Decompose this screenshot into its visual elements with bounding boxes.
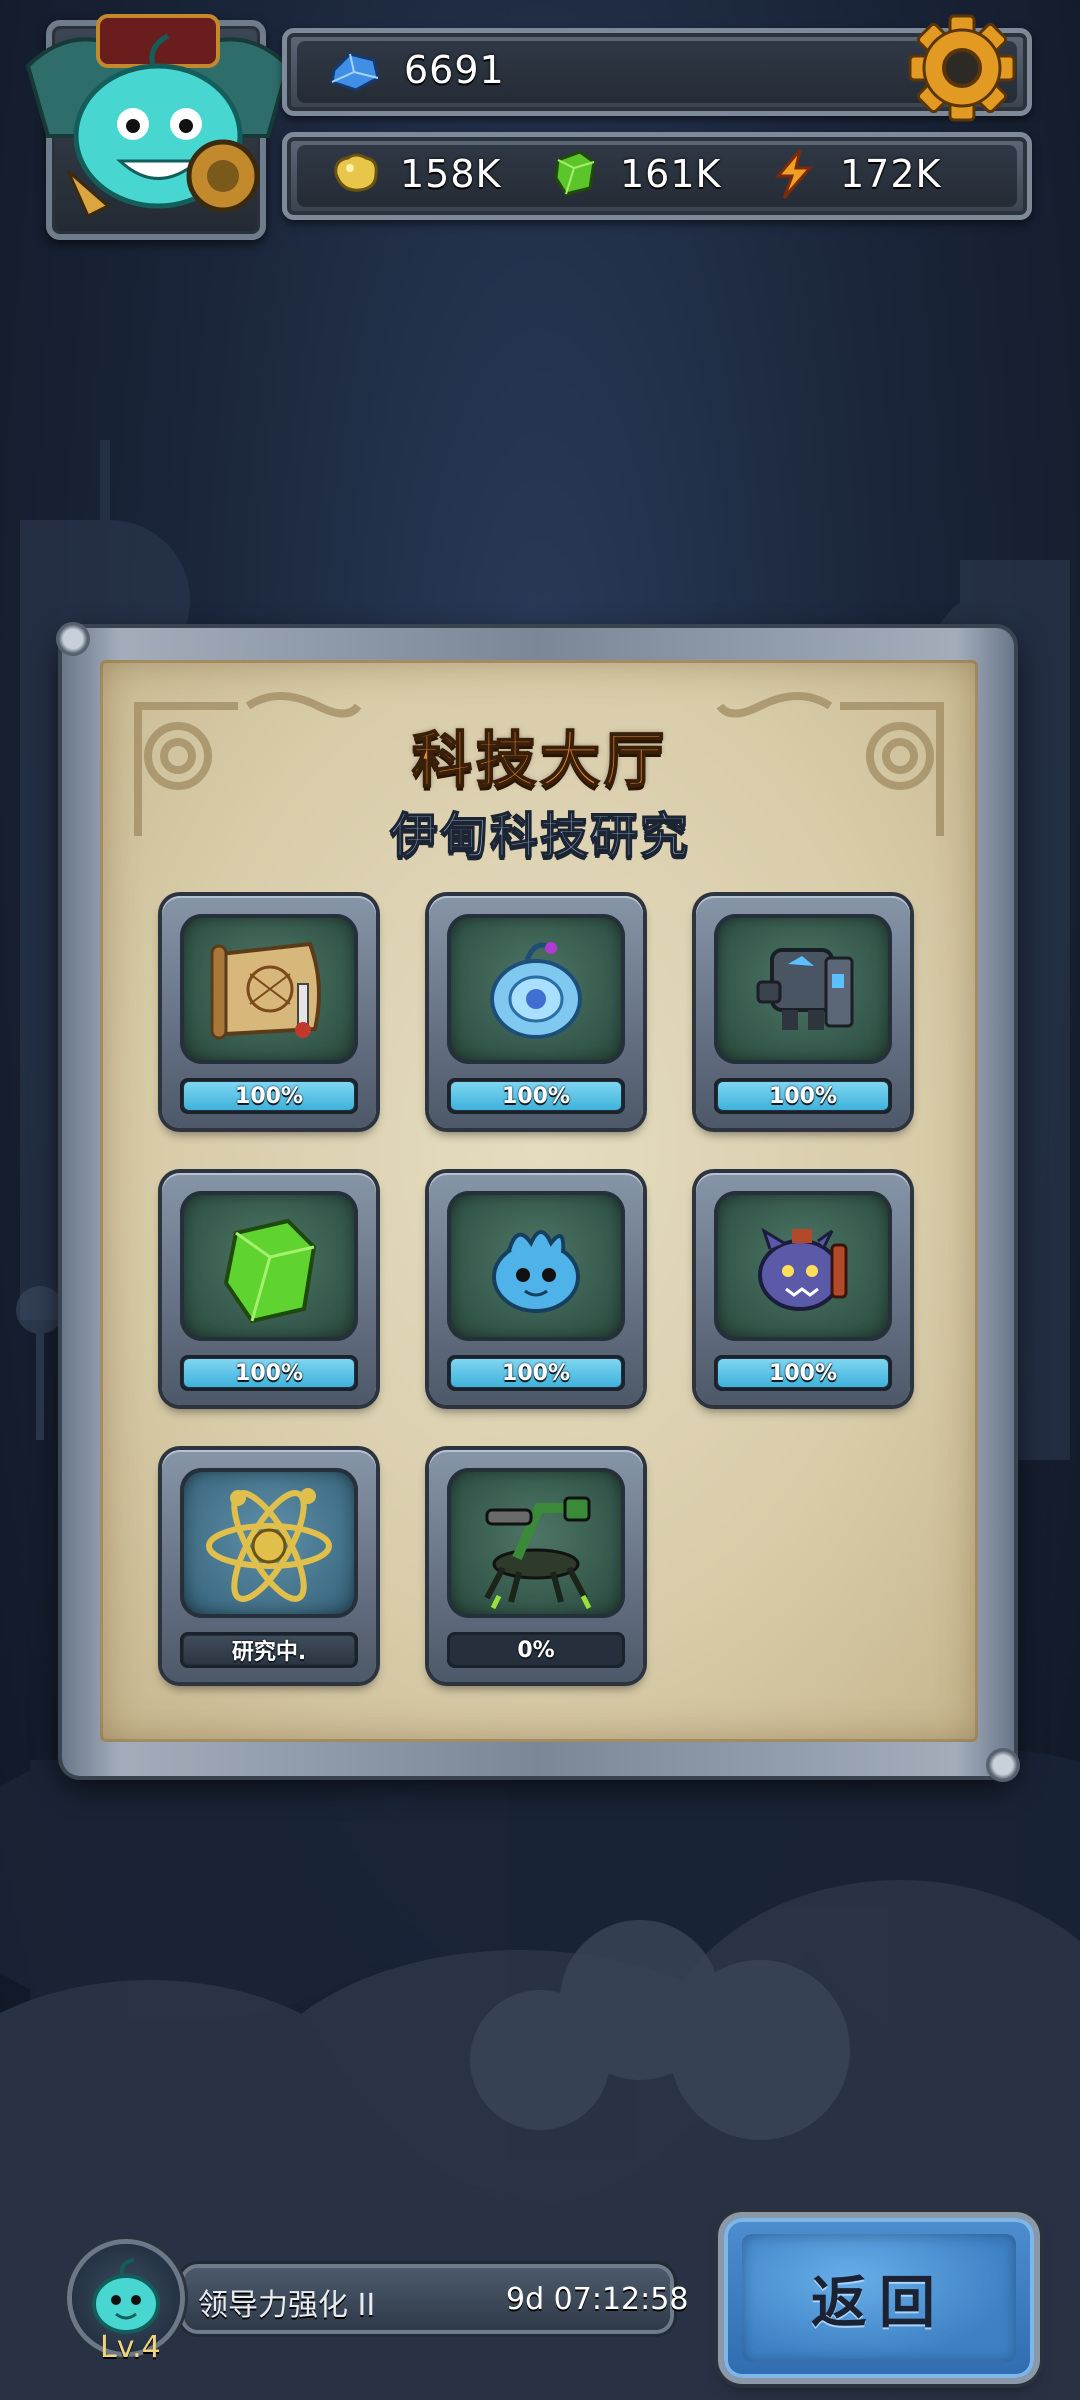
crystal-count: 161K xyxy=(620,152,722,196)
energy-count: 172K xyxy=(840,152,942,196)
gold-count: 158K xyxy=(400,152,502,196)
tech-progress-label: 100% xyxy=(235,1083,303,1109)
research-task-name: 领导力强化 II xyxy=(198,2288,376,2323)
tech-progress-label: 100% xyxy=(235,1360,303,1386)
back-button-label: 返回 xyxy=(811,2270,947,2336)
player-avatar-icon[interactable] xyxy=(8,6,308,226)
panel-subtitle: 伊甸科技研究 xyxy=(389,807,690,865)
tech-tile[interactable]: 0% xyxy=(429,1450,643,1682)
blue-slime-creature-icon xyxy=(492,1230,580,1313)
green-mech-walker-icon xyxy=(484,1496,592,1610)
gem-count: 6691 xyxy=(404,48,505,92)
energy-bolt-icon xyxy=(774,149,814,199)
green-crystal-icon xyxy=(554,150,596,196)
settings-gear-icon[interactable] xyxy=(906,12,1018,124)
gold-ore-icon xyxy=(334,153,378,192)
tech-progress-label: 100% xyxy=(502,1083,570,1109)
tech-tile[interactable]: 100% xyxy=(162,896,376,1128)
tech-tile[interactable]: 100% xyxy=(696,1173,910,1405)
purple-monster-icon xyxy=(758,1227,848,1311)
leader-level: Lv.4 xyxy=(100,2330,161,2365)
atom-icon xyxy=(206,1488,332,1602)
tech-tile[interactable]: 研究中. xyxy=(162,1450,376,1682)
blue-gem-icon xyxy=(330,52,380,92)
tech-tile[interactable]: 100% xyxy=(162,1173,376,1405)
back-button[interactable]: 返回 xyxy=(724,2218,1034,2378)
tech-progress-label: 研究中. xyxy=(231,1640,307,1665)
tech-tile[interactable]: 100% xyxy=(696,896,910,1128)
tech-progress-label: 100% xyxy=(769,1360,837,1386)
tech-progress-label: 0% xyxy=(517,1637,555,1663)
green-crystal-icon xyxy=(223,1218,317,1324)
tech-tile[interactable]: 100% xyxy=(429,896,643,1128)
tech-progress-label: 100% xyxy=(769,1083,837,1109)
panel-title: 科技大厅 xyxy=(411,725,668,797)
armored-robot-icon xyxy=(756,948,854,1030)
scroll-map-icon xyxy=(210,941,321,1040)
research-task-timer: 9d 07:12:58 xyxy=(506,2282,689,2317)
blue-gem-pendant-icon xyxy=(490,942,582,1039)
tech-tile[interactable]: 100% xyxy=(429,1173,643,1405)
tech-progress-label: 100% xyxy=(502,1360,570,1386)
